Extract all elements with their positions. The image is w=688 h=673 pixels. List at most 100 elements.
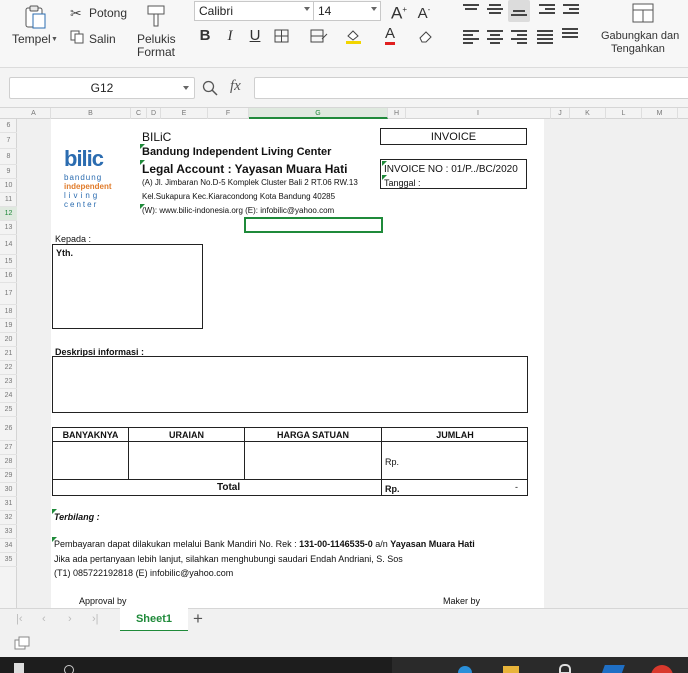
zoom-icon[interactable] [202, 80, 218, 101]
row-header-14[interactable]: 14 [0, 235, 17, 255]
row-header-6[interactable]: 6 [0, 119, 17, 133]
align-bottom-icon[interactable] [511, 6, 527, 20]
increase-indent-icon[interactable] [563, 4, 579, 18]
row-header-13[interactable]: 13 [0, 221, 17, 235]
row-header-12[interactable]: 12 [0, 207, 17, 221]
font-color-button[interactable]: A [380, 24, 400, 45]
column-header-d[interactable]: D [147, 108, 161, 119]
paste-button[interactable]: Tempel [12, 32, 51, 46]
name-box[interactable]: G12 [9, 77, 195, 99]
amount-rp: Rp. [385, 457, 400, 467]
justify-icon[interactable] [537, 30, 553, 44]
row-header-18[interactable]: 18 [0, 305, 17, 319]
selected-cell-g12[interactable] [244, 217, 383, 233]
align-top-icon[interactable] [463, 4, 479, 18]
align-right-icon[interactable] [511, 30, 527, 44]
row-header-34[interactable]: 34 [0, 539, 17, 553]
total-value: - [515, 482, 518, 492]
row-header-31[interactable]: 31 [0, 497, 17, 511]
copy-icon[interactable] [70, 30, 84, 49]
row-header-22[interactable]: 22 [0, 361, 17, 375]
bilic-logo: bilic bandung independent living center [64, 146, 128, 212]
merge-center-button[interactable]: Gabungkan dan [601, 30, 679, 42]
app-icon[interactable] [559, 664, 571, 673]
row-header-9[interactable]: 9 [0, 165, 17, 179]
column-header-b[interactable]: B [51, 108, 131, 119]
row-header-17[interactable]: 17 [0, 283, 17, 305]
worksheet-grid[interactable]: bilic bandung independent living center … [17, 119, 688, 608]
tab-sheet1[interactable]: Sheet1 [120, 608, 188, 632]
row-header-28[interactable]: 28 [0, 455, 17, 469]
row-header-21[interactable]: 21 [0, 347, 17, 361]
row-header-16[interactable]: 16 [0, 269, 17, 283]
align-left-icon[interactable] [463, 30, 479, 44]
column-header-k[interactable]: K [570, 108, 606, 119]
prev-sheet-icon[interactable]: ‹ [42, 613, 46, 625]
first-sheet-icon[interactable]: |‹ [16, 613, 23, 625]
bold-button[interactable]: B [195, 26, 215, 46]
align-middle-icon[interactable] [487, 4, 503, 18]
row-header-10[interactable]: 10 [0, 179, 17, 193]
row-header-8[interactable]: 8 [0, 149, 17, 165]
row-header-35[interactable]: 35 [0, 553, 17, 567]
column-header-m[interactable]: M [642, 108, 678, 119]
merge-cells-icon[interactable] [632, 3, 654, 28]
row-header-32[interactable]: 32 [0, 511, 17, 525]
cut-button[interactable]: Potong [89, 6, 127, 20]
payment-info: Pembayaran dapat dilakukan melalui Bank … [54, 539, 475, 549]
borders-icon[interactable] [274, 29, 290, 48]
italic-button[interactable]: I [220, 26, 240, 46]
column-header-e[interactable]: E [161, 108, 208, 119]
row-header-26[interactable]: 26 [0, 417, 17, 441]
row-header-29[interactable]: 29 [0, 469, 17, 483]
row-header-25[interactable]: 25 [0, 403, 17, 417]
paste-icon[interactable] [22, 4, 48, 30]
edge-icon[interactable] [458, 666, 472, 673]
align-center-icon[interactable] [487, 30, 503, 44]
macro-icon[interactable] [14, 636, 30, 657]
scissors-icon[interactable]: ✂ [70, 5, 82, 22]
grow-font-button[interactable]: A+ [389, 0, 409, 23]
distributed-icon[interactable] [562, 28, 578, 42]
row-header-23[interactable]: 23 [0, 375, 17, 389]
format-painter-icon[interactable] [146, 4, 166, 33]
decrease-indent-icon[interactable] [539, 4, 555, 18]
row-header-24[interactable]: 24 [0, 389, 17, 403]
column-header-i[interactable]: I [406, 108, 551, 119]
row-header-30[interactable]: 30 [0, 483, 17, 497]
underline-button[interactable]: U [245, 26, 265, 46]
column-header-j[interactable]: J [551, 108, 570, 119]
row-header-33[interactable]: 33 [0, 525, 17, 539]
row-header-11[interactable]: 11 [0, 193, 17, 207]
column-header-a[interactable]: A [17, 108, 51, 119]
start-icon[interactable] [14, 663, 24, 673]
row-header-7[interactable]: 7 [0, 133, 17, 149]
copy-button[interactable]: Salin [89, 32, 116, 46]
column-header-h[interactable]: H [388, 108, 406, 119]
column-header-c[interactable]: C [131, 108, 147, 119]
format-painter-button[interactable]: Pelukis [137, 32, 176, 46]
row-header-20[interactable]: 20 [0, 333, 17, 347]
column-header-f[interactable]: F [208, 108, 249, 119]
row-header-15[interactable]: 15 [0, 255, 17, 269]
cell-style-icon[interactable] [310, 29, 328, 48]
column-header-g[interactable]: G [249, 108, 388, 119]
formula-input[interactable] [254, 77, 688, 99]
row-header-19[interactable]: 19 [0, 319, 17, 333]
add-sheet-icon[interactable]: + [193, 609, 203, 629]
app-icon[interactable] [601, 665, 625, 673]
search-icon[interactable] [64, 665, 74, 673]
row-header-27[interactable]: 27 [0, 441, 17, 455]
fill-color-icon[interactable] [345, 28, 363, 49]
font-size-select[interactable]: 14 [313, 1, 381, 21]
last-sheet-icon[interactable]: ›| [92, 613, 99, 625]
chevron-down-icon[interactable]: ▼ [51, 36, 58, 43]
column-header-l[interactable]: L [606, 108, 642, 119]
chevron-down-icon[interactable] [183, 86, 189, 90]
font-name-select[interactable]: Calibri [194, 1, 314, 21]
shrink-font-button[interactable]: A- [414, 0, 434, 22]
next-sheet-icon[interactable]: › [68, 613, 72, 625]
function-icon[interactable]: fx [230, 78, 241, 95]
folder-icon[interactable] [503, 666, 519, 673]
eraser-icon[interactable] [418, 29, 434, 48]
